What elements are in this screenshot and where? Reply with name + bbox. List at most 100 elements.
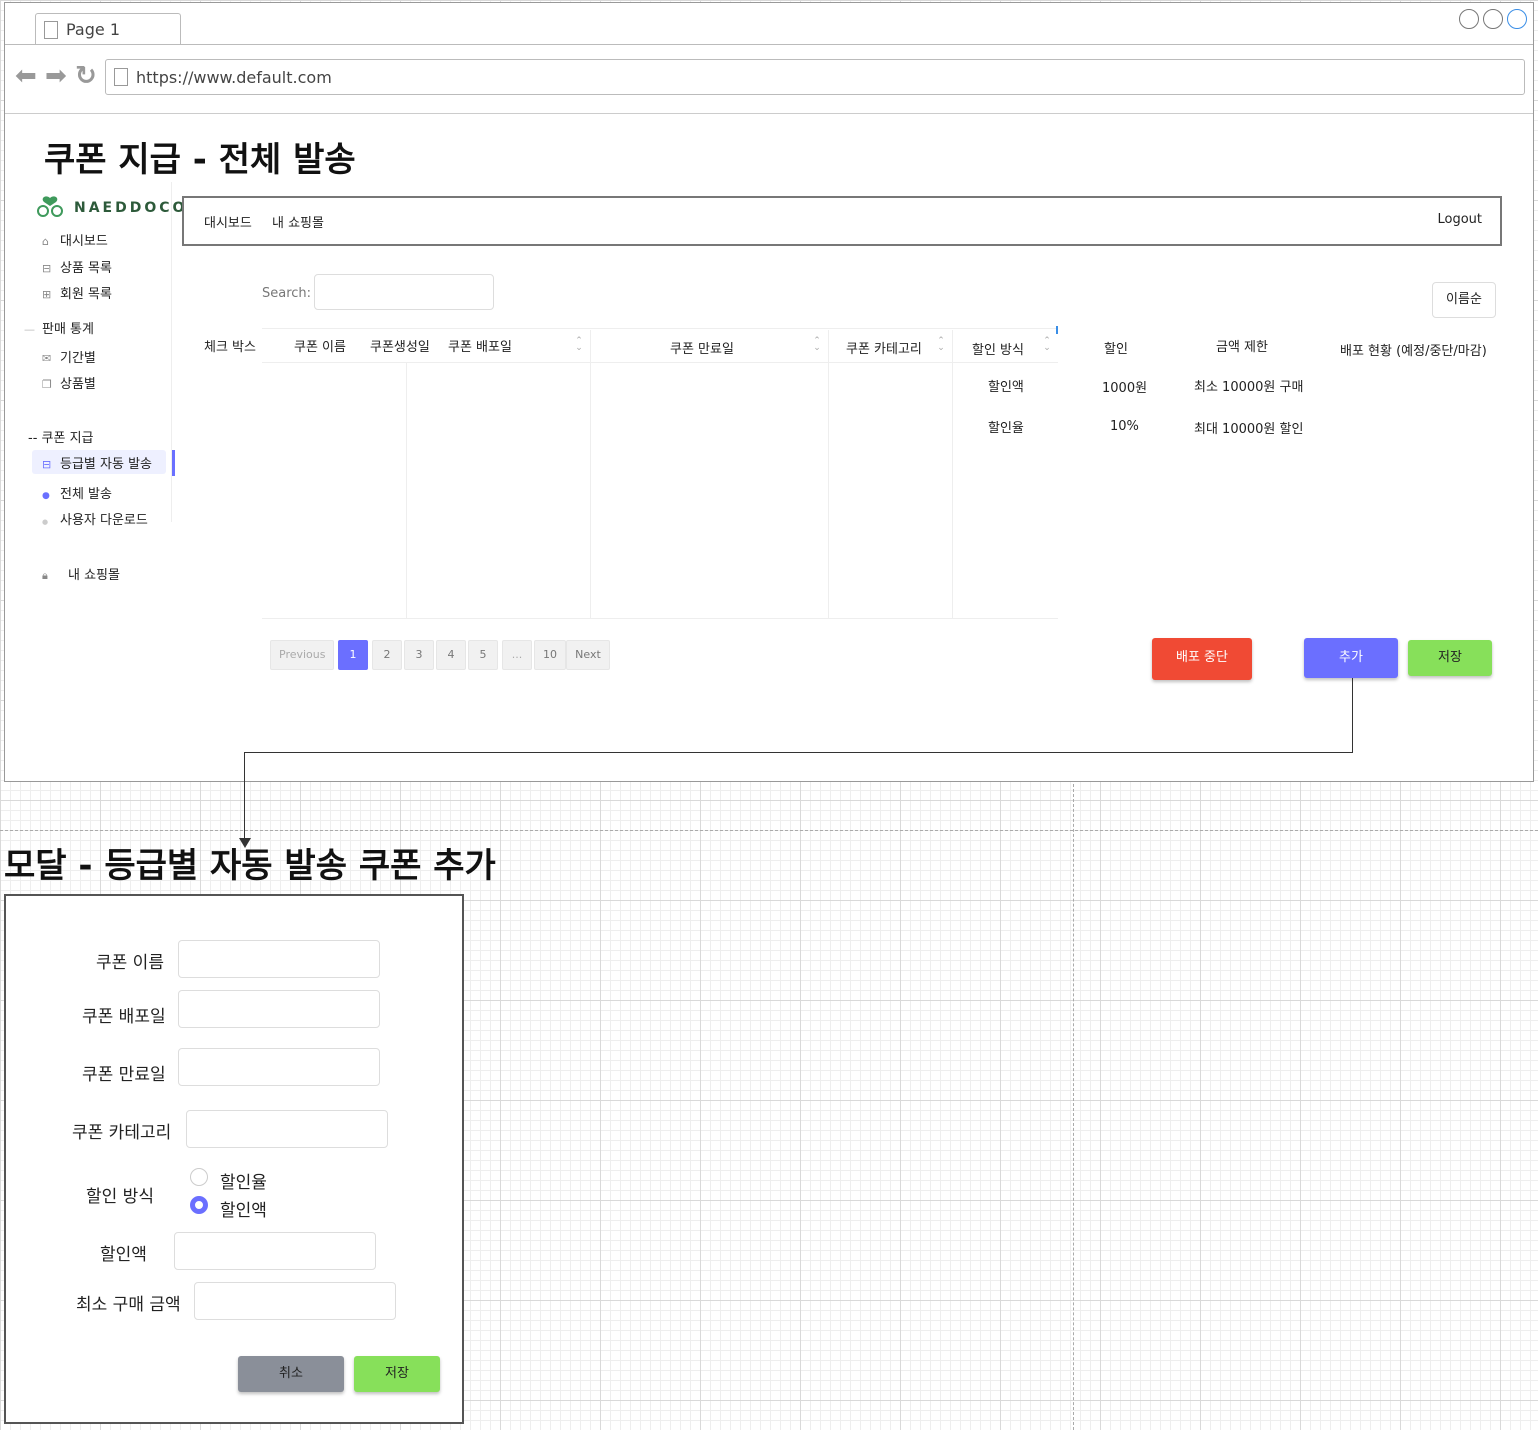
sidebar-item-by-product[interactable]: ❐ 상품별 [42, 373, 96, 392]
discount-type-label: 할인 방식 [86, 1187, 154, 1207]
cell-discount: 1000원 [1102, 381, 1148, 396]
sort-arrows-icon[interactable]: ⌃ ⌄ [936, 337, 946, 353]
brand-name: NAEDDOCO [74, 200, 188, 216]
sidebar-section-label: 판매 통계 [42, 322, 94, 337]
column-divider [828, 330, 829, 618]
sort-arrows-icon[interactable]: ⌃ ⌄ [1042, 337, 1052, 353]
nav-my-shop-link[interactable]: 내 쇼핑몰 [272, 212, 324, 231]
sidebar-item-all-send[interactable]: ● 전체 발송 [42, 483, 112, 502]
sidebar-section-stats[interactable]: — 판매 통계 [24, 318, 94, 337]
sidebar-item-products[interactable]: ⊟ 상품 목록 [42, 257, 112, 276]
sidebar-item-label: 회원 목록 [60, 287, 112, 302]
brand-logo-icon [37, 196, 63, 217]
column-header-discount-type[interactable]: 할인 방식 [972, 339, 1024, 358]
column-header-coupon-name[interactable]: 쿠폰 이름 [294, 336, 346, 355]
sidebar-item-label: 상품 목록 [60, 261, 112, 276]
page-title: 쿠폰 지급 - 전체 발송 [44, 140, 356, 180]
column-header-created[interactable]: 쿠폰생성일 [370, 336, 430, 355]
pagination-page-3[interactable]: 3 [404, 640, 434, 670]
radio-discount-rate[interactable] [190, 1168, 208, 1186]
min-purchase-input[interactable] [194, 1282, 396, 1320]
sort-arrows-icon[interactable]: ⌃ ⌄ [812, 337, 822, 353]
collapse-icon: — [24, 323, 35, 336]
cancel-button[interactable]: 취소 [238, 1356, 344, 1392]
connector-line [1352, 678, 1353, 752]
top-nav: 대시보드 내 쇼핑몰 Logout [182, 196, 1502, 246]
sidebar-item-user-download[interactable]: ● 사용자 다운로드 [42, 509, 148, 528]
radio-discount-amount[interactable] [190, 1196, 208, 1214]
mail-icon: ✉ [42, 352, 52, 365]
column-header-discount: 할인 [1104, 342, 1128, 357]
reload-icon[interactable]: ↻ [75, 63, 97, 89]
sidebar-section-coupon[interactable]: -- 쿠폰 지급 [28, 427, 94, 446]
cell-discount-type: 할인율 [988, 421, 1024, 436]
box-icon: ⊟ [42, 262, 52, 275]
expiry-date-input[interactable] [178, 1048, 380, 1086]
radio-discount-rate-label: 할인율 [220, 1173, 267, 1193]
sidebar-item-label: 등급별 자동 발송 [60, 457, 152, 472]
stop-distribution-button[interactable]: 배포 중단 [1152, 638, 1252, 680]
modal: 쿠폰 이름 쿠폰 배포일 쿠폰 만료일 쿠폰 카테고리 할인 방식 할인율 할인… [4, 894, 464, 1424]
discount-amount-input[interactable] [174, 1232, 376, 1270]
logout-link[interactable]: Logout [1437, 212, 1482, 227]
window-button-icon[interactable] [1507, 9, 1527, 29]
sidebar-item-my-shop[interactable]: 🔒︎ 내 쇼핑몰 [42, 564, 120, 583]
copy-icon: ❐ [42, 378, 52, 391]
home-icon: ⌂ [42, 235, 49, 248]
forward-arrow-icon[interactable]: ➡ [45, 63, 67, 89]
coupon-name-input[interactable] [178, 940, 380, 978]
dot-icon: ● [42, 491, 50, 501]
cell-discount-type: 할인액 [988, 380, 1024, 395]
sort-arrows-icon[interactable]: ⌃ ⌄ [574, 337, 584, 353]
guide-line [1073, 784, 1074, 1430]
add-button[interactable]: 추가 [1304, 638, 1398, 678]
radio-discount-amount-label: 할인액 [220, 1201, 267, 1221]
cell-amount-limit: 최대 10000원 할인 [1194, 422, 1304, 437]
column-header-distribution-date[interactable]: 쿠폰 배포일 [448, 336, 512, 355]
pagination-next[interactable]: Next [566, 640, 610, 670]
search-input[interactable] [314, 274, 494, 310]
url-text: https://www.default.com [136, 68, 332, 87]
pagination-page-10[interactable]: 10 [534, 640, 566, 670]
column-divider [952, 330, 953, 618]
tab-divider [5, 44, 1533, 45]
column-divider [406, 362, 407, 618]
coupon-name-label: 쿠폰 이름 [96, 953, 164, 973]
sidebar-item-label: 상품별 [60, 377, 96, 392]
sidebar-item-members[interactable]: ⊞ 회원 목록 [42, 283, 112, 302]
search-label: Search: [262, 286, 312, 301]
toolbar-divider [5, 113, 1533, 114]
discount-amount-label: 할인액 [100, 1245, 147, 1265]
pagination-page-1[interactable]: 1 [338, 640, 368, 670]
table-resize-handle[interactable] [1056, 326, 1058, 334]
sidebar-item-label: 사용자 다운로드 [60, 513, 148, 528]
column-header-expiry-date[interactable]: 쿠폰 만료일 [670, 338, 734, 357]
pagination-page-4[interactable]: 4 [436, 640, 466, 670]
window-button-icon[interactable] [1459, 9, 1479, 29]
sidebar-item-dashboard[interactable]: ⌂ 대시보드 [42, 230, 108, 249]
sidebar-item-by-period[interactable]: ✉ 기간별 [42, 347, 96, 366]
pagination-page-2[interactable]: 2 [372, 640, 402, 670]
url-bar[interactable]: https://www.default.com [105, 59, 1525, 95]
window-button-icon[interactable] [1483, 9, 1503, 29]
distribution-date-input[interactable] [178, 990, 380, 1028]
browser-tab[interactable]: Page 1 [35, 13, 181, 45]
nav-dashboard-link[interactable]: 대시보드 [204, 212, 252, 231]
modal-save-button[interactable]: 저장 [354, 1356, 440, 1392]
back-arrow-icon[interactable]: ⬅ [15, 63, 37, 89]
tab-label: Page 1 [66, 20, 120, 39]
column-header-checkbox[interactable]: 체크 박스 [204, 336, 256, 355]
category-input[interactable] [186, 1110, 388, 1148]
pagination-page-5[interactable]: 5 [468, 640, 498, 670]
sidebar-item-grade-auto[interactable]: ⊟ 등급별 자동 발송 [42, 453, 152, 472]
sidebar-item-label: 기간별 [60, 351, 96, 366]
column-header-category[interactable]: 쿠폰 카테고리 [846, 338, 922, 357]
sort-button[interactable]: 이름순 [1432, 282, 1496, 318]
expiry-date-label: 쿠폰 만료일 [82, 1065, 166, 1085]
category-label: 쿠폰 카테고리 [72, 1123, 172, 1143]
sidebar-active-indicator [172, 450, 175, 476]
pagination-previous[interactable]: Previous [270, 640, 334, 670]
sidebar: NAEDDOCO ⌂ 대시보드 ⊟ 상품 목록 ⊞ 회원 목록 — 판매 통계 ✉ 기간별… [24, 182, 184, 528]
column-header-status: 배포 현황 (예정/중단/마감) [1340, 344, 1487, 359]
save-button[interactable]: 저장 [1408, 640, 1492, 676]
